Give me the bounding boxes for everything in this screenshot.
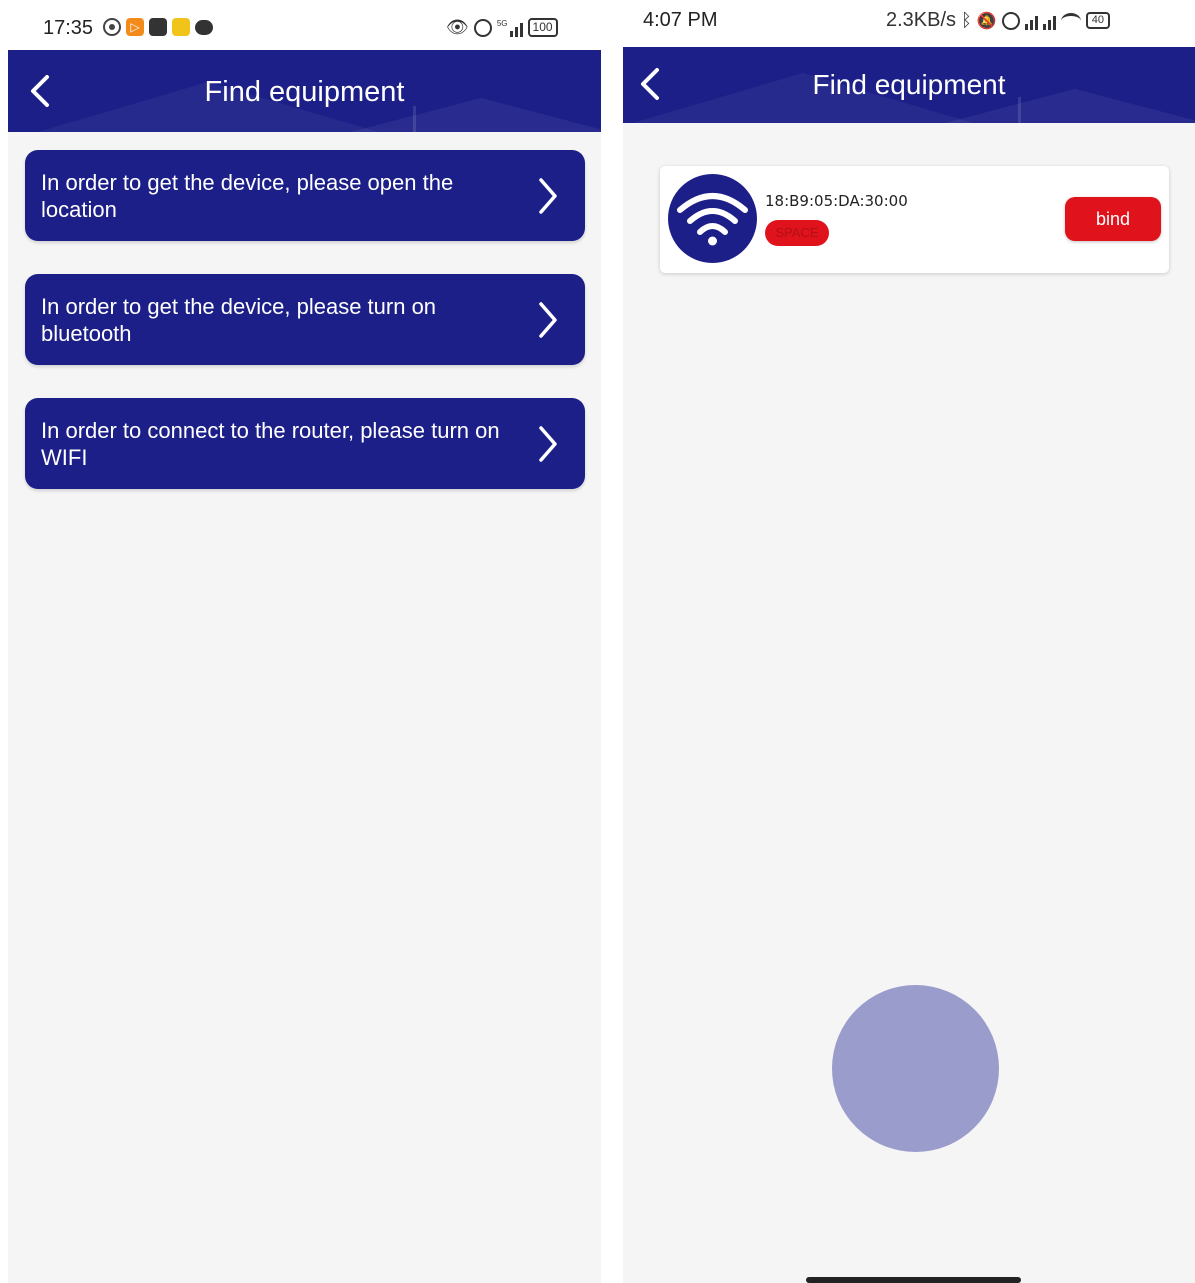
cellular-signal-icon [1024, 12, 1038, 30]
phone-screen-right: 4:07 PM 2.3KB/s ᛒ 🔕 40 Find equipment 18… [623, 0, 1195, 1283]
bind-button[interactable]: bind [1065, 197, 1161, 241]
yellow-app-icon [172, 18, 190, 36]
chat-bubble-icon [195, 19, 213, 35]
permission-bluetooth-item[interactable]: In order to get the device, please turn … [25, 274, 585, 365]
system-icons: 2.3KB/s ᛒ 🔕 40 [886, 9, 1111, 32]
wifi-icon [677, 193, 748, 246]
permission-text: In order to get the device, please open … [41, 169, 454, 222]
battery-icon: 100 [527, 18, 558, 37]
permission-text: In order to get the device, please turn … [41, 293, 437, 346]
message-app-icon [149, 18, 167, 36]
battery-level: 100 [532, 20, 553, 34]
permission-location-item[interactable]: In order to get the device, please open … [25, 150, 585, 241]
notification-icons: ▷ [103, 18, 213, 36]
device-avatar [668, 174, 757, 263]
wifi-status-icon [1060, 12, 1081, 29]
alarm-icon [1001, 11, 1020, 30]
status-time: 4:07 PM [643, 9, 718, 31]
phone-screen-left: 17:35 ▷ 👁 5G 100 Find equipment In order… [8, 0, 601, 1283]
battery-level: 40 [1091, 14, 1105, 26]
alarm-icon [473, 18, 492, 37]
play-app-icon: ▷ [126, 18, 144, 36]
page-title: Find equipment [204, 76, 405, 108]
device-card[interactable]: 18:B9:05:DA:30:00 SPACE bind [660, 166, 1169, 273]
record-icon [103, 18, 121, 36]
eye-icon: 👁 [446, 17, 469, 37]
status-time: 17:35 [43, 17, 94, 39]
header-decoration [413, 106, 416, 132]
device-type-badge: SPACE [765, 220, 829, 246]
cellular-signal-icon: 5G [497, 19, 523, 37]
status-bar: 4:07 PM 2.3KB/s ᛒ 🔕 40 [623, 0, 1195, 47]
bluetooth-icon: ᛒ [961, 10, 972, 30]
page-title: Find equipment [812, 69, 1006, 100]
mute-icon: 🔕 [976, 12, 997, 30]
device-mac-address: 18:B9:05:DA:30:00 [765, 192, 908, 210]
loading-indicator [832, 985, 999, 1152]
app-header: Find equipment [623, 47, 1195, 123]
home-indicator[interactable] [806, 1277, 1021, 1283]
signal-label: 5G [496, 18, 508, 28]
status-bar: 17:35 ▷ 👁 5G 100 [8, 0, 601, 50]
net-speed: 2.3KB/s [886, 9, 957, 31]
chevron-right-icon [539, 178, 557, 214]
chevron-right-icon [539, 302, 557, 338]
battery-icon: 40 [1085, 12, 1111, 29]
system-icons: 👁 5G 100 [446, 17, 558, 38]
permission-text: In order to connect to the router, pleas… [41, 417, 500, 470]
app-header: Find equipment [8, 50, 601, 132]
cellular-signal-icon [1042, 12, 1056, 30]
permission-wifi-item[interactable]: In order to connect to the router, pleas… [25, 398, 585, 489]
chevron-right-icon [539, 426, 557, 462]
